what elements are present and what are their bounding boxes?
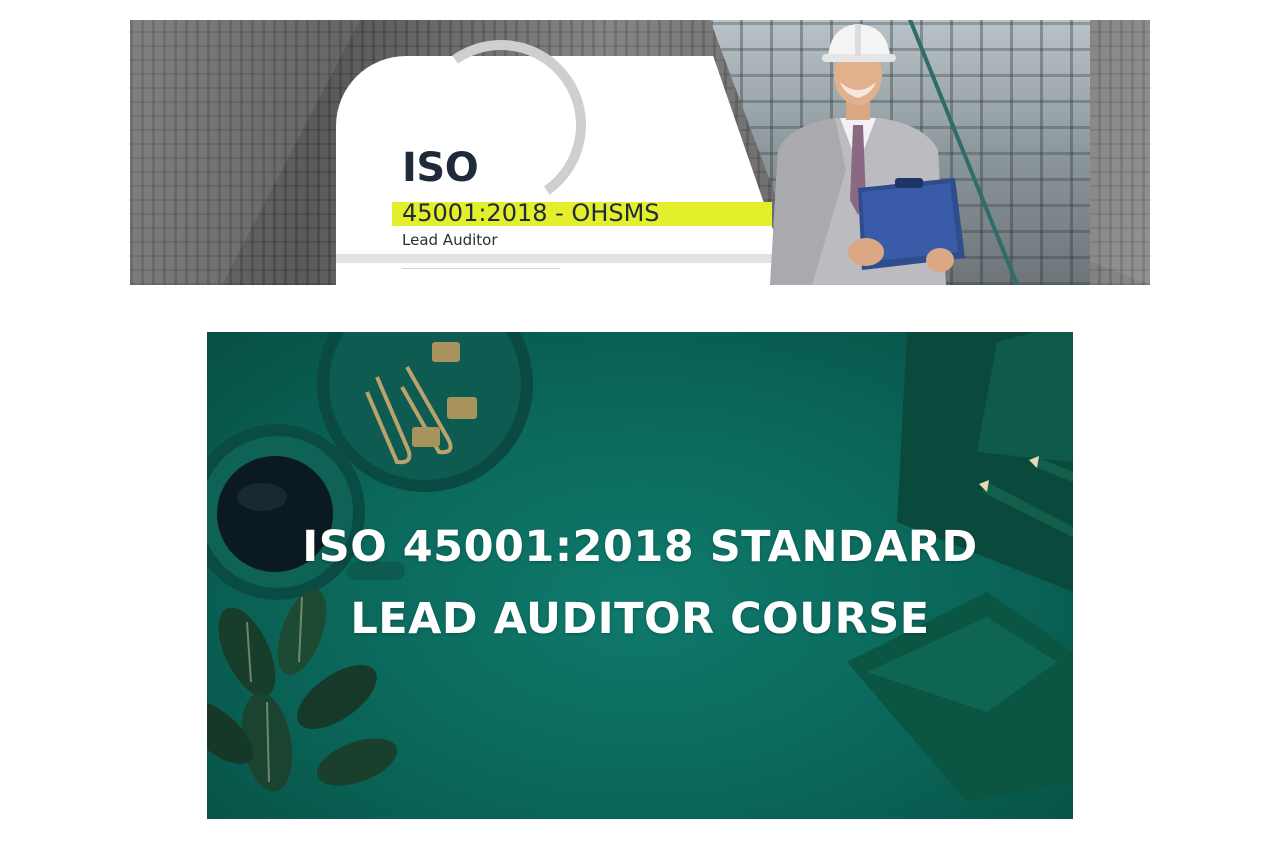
banner-subtitle: 45001:2018 - OHSMS bbox=[402, 199, 660, 227]
decorative-stripe bbox=[336, 254, 796, 263]
course-title-line-1: ISO 45001:2018 STANDARD bbox=[302, 522, 978, 572]
lead-auditor-course-banner: ISO 45001:2018 STANDARD LEAD AUDITOR COU… bbox=[207, 332, 1073, 819]
banner-role: Lead Auditor bbox=[402, 231, 498, 249]
banner-title: ISO bbox=[402, 145, 479, 191]
iso-ohsms-banner: ISO 45001:2018 - OHSMS Lead Auditor bbox=[130, 20, 1150, 285]
divider bbox=[402, 268, 560, 269]
desk-decor bbox=[207, 332, 1073, 802]
engineer-illustration bbox=[770, 24, 965, 285]
course-title-line-2: LEAD AUDITOR COURSE bbox=[350, 594, 930, 644]
